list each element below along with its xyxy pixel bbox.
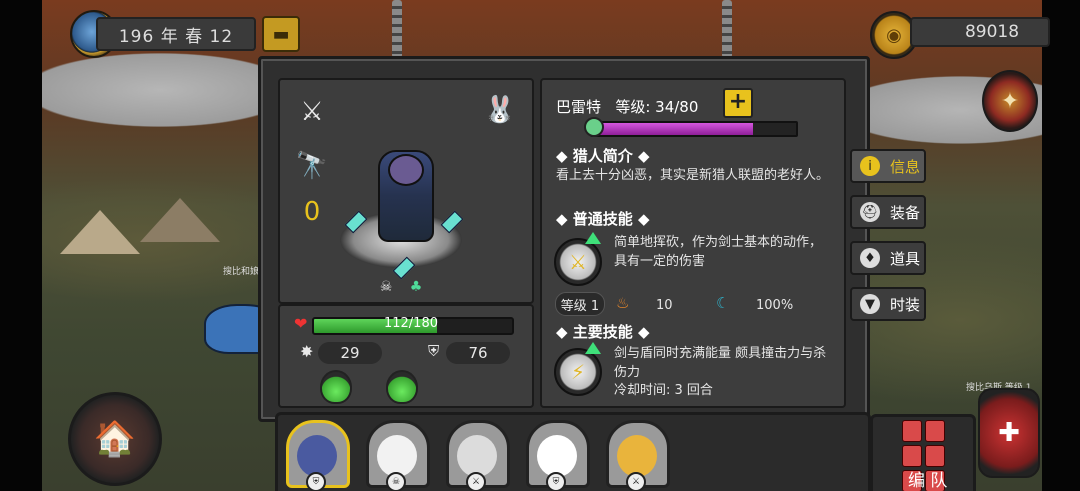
tent-decoration [140,198,220,242]
sword-badge-icon: ⚔ [466,472,486,491]
hero-face [537,435,577,477]
town-house-button[interactable]: 🏠 [68,392,162,486]
rabbit-add-icon[interactable]: 🐰 [478,90,522,130]
normal-skill-sword-icon[interactable]: ⚔ [554,238,602,286]
battle-flag-button[interactable]: ✚ [978,388,1040,478]
hero-level: 等级: 34/80 [615,98,699,116]
normal-skill-desc: 简单地挥砍，作为剑士基本的动作，具有一定的伤害 [614,235,823,269]
bio-title-text: 猎人简介 [572,147,633,165]
tab-items-label: 道具 [890,249,921,268]
left-letterbox [0,0,42,491]
normal-skill-rate: 100% [756,298,794,313]
hero-face [377,435,417,477]
fire-icon: ♨ [616,294,630,312]
telescope-icon[interactable]: 🔭 [290,146,334,186]
tab-fashion[interactable]: ▼ 时装 [850,287,926,321]
gold-display: 89018 [910,17,1050,47]
main-skill-cooldown: 冷却时间: 3 回合 [614,383,713,398]
rank-wings-icon[interactable]: 0 [290,192,334,232]
shield-badge-icon: ⛨ [546,472,566,491]
tab-equipment-label: 装备 [890,203,921,222]
eagle-crest-icon: ✦ [1000,88,1020,114]
main-skill-shield-icon[interactable]: ⚡ [554,348,602,396]
scroll-icon: ▬ [272,23,290,45]
bag-icon: ♦ [860,248,880,268]
tab-info-label: 信息 [890,157,921,176]
main-skill-desc: 剑与盾同时充满能量 颇具撞击力与杀伤力 [614,346,827,380]
tree-mini-icon: ♣ [409,279,423,295]
hero-name: 巴雷特 [556,98,602,116]
hp-text: 112/180 [383,316,438,331]
helmet-icon: ⛑ [860,202,880,222]
crescent-icon: ☾ [716,294,730,312]
xp-gem-icon [584,117,604,137]
team-members-icon [893,420,953,491]
game-scene: 搜比和娘(等 搜比乌斯 等级 1 196 年 春 12 ▬ ◉ 89018 ✦ … [0,0,1080,491]
normal-skill-cost: 10 [656,298,673,313]
cross-shield-icon: ✚ [998,418,1020,448]
date-display: 196 年 春 12 [96,17,256,51]
right-letterbox [1042,0,1080,491]
scroll-map-button[interactable]: ▬ [262,16,300,52]
sword-badge-icon: ⚔ [626,472,646,491]
hero-face [297,435,337,477]
attack-icon: ✸ [300,342,314,361]
normal-skill-title: ◆ 普通技能 ◆ [556,210,650,228]
bio-text: 看上去十分凶恶，其实是新猎人联盟的老好人。 [556,168,830,183]
hero-face [457,435,497,477]
house-icon: 🏠 [93,419,137,459]
shirt-icon: ▼ [860,294,880,314]
upgrade-arrow-icon [585,232,601,244]
main-skill-title: ◆ 主要技能 ◆ [556,323,650,341]
chain-decoration [392,0,402,58]
sword-class-icon[interactable]: ⚔ [290,92,334,132]
hero-head [388,154,424,186]
normal-skill-title-text: 普通技能 [572,210,633,228]
skull-mini-icon: ☠ [379,279,393,295]
xp-bar [590,121,798,137]
skull-badge-icon: ☠ [386,472,406,491]
potion-icon[interactable] [320,370,352,404]
defense-value: 76 [446,342,510,364]
tab-equipment[interactable]: ⛑ 装备 [850,195,926,229]
info-icon: i [860,156,880,176]
level-up-button[interactable]: + [723,88,753,118]
tab-info[interactable]: i 信息 [850,149,926,183]
tent-decoration [60,210,140,254]
hero-name-line: 巴雷特 等级: 34/80 [556,96,698,117]
potion-icon[interactable] [386,370,418,404]
bio-title: ◆ 猎人简介 ◆ [556,147,650,165]
attack-value: 29 [318,342,382,364]
normal-skill-level: 等级 1 [555,292,605,316]
rank-badge-number: 0 [303,197,321,227]
tab-items[interactable]: ♦ 道具 [850,241,926,275]
heart-icon: ❤ [294,314,308,333]
main-skill-title-text: 主要技能 [572,323,633,341]
chain-decoration [722,0,732,58]
tab-fashion-label: 时装 [890,295,921,314]
shield-badge-icon: ⛨ [306,472,326,491]
guild-emblem-button[interactable]: ✦ [982,70,1038,132]
shield-icon: ⛨ [428,342,440,360]
xp-bar-fill [592,123,754,135]
team-formation-label: 编 队 [908,471,948,491]
upgrade-arrow-icon [585,342,601,354]
hero-face [617,435,657,477]
